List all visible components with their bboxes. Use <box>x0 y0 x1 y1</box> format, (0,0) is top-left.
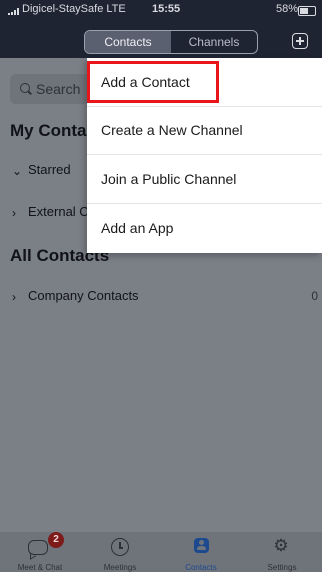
tab-channels[interactable]: Channels <box>171 31 257 53</box>
group-row-company-contacts[interactable]: › Company Contacts 0 <box>0 280 322 314</box>
add-dropdown-menu: Add a Contact Create a New Channel Join … <box>87 58 322 253</box>
gear-icon: ⚙ <box>273 536 289 555</box>
tab-settings[interactable]: ⚙ Settings <box>242 532 322 572</box>
menu-item-add-app[interactable]: Add an App <box>87 204 322 252</box>
unread-badge: 2 <box>48 532 64 548</box>
menu-item-create-channel[interactable]: Create a New Channel <box>87 106 322 155</box>
tab-label: Contacts <box>185 563 217 572</box>
chat-bubble-icon <box>28 540 48 555</box>
tab-contacts-bottom[interactable]: Contacts <box>161 532 241 572</box>
tab-label: Settings <box>267 563 297 572</box>
carrier-label: Digicel-StaySafe LTE <box>22 3 126 15</box>
signal-icon <box>8 8 20 15</box>
menu-item-label: Create a New Channel <box>101 122 243 138</box>
tab-label: Meetings <box>103 563 137 572</box>
menu-item-join-public-channel[interactable]: Join a Public Channel <box>87 155 322 204</box>
tab-meet-chat[interactable]: 2 Meet & Chat <box>0 532 80 572</box>
search-placeholder: Search <box>36 81 81 97</box>
chevron-down-icon: ⌄ <box>12 164 23 178</box>
add-plus-icon[interactable] <box>292 33 308 49</box>
battery-percentage: 58% <box>276 3 299 15</box>
chevron-right-icon: › <box>12 290 16 304</box>
top-bar: Digicel-StaySafe LTE 15:55 58% Contacts … <box>0 0 322 58</box>
tab-meetings[interactable]: Meetings <box>80 532 160 572</box>
status-bar: Digicel-StaySafe LTE 15:55 58% <box>0 0 322 20</box>
tab-label: Meet & Chat <box>17 563 63 572</box>
contact-card-icon <box>194 538 209 553</box>
menu-item-add-contact[interactable]: Add a Contact <box>87 58 322 107</box>
battery-icon <box>298 6 316 16</box>
menu-item-label: Add a Contact <box>101 74 190 90</box>
tab-contacts[interactable]: Contacts <box>85 31 171 53</box>
chevron-right-icon: › <box>12 206 16 220</box>
bottom-tab-bar: 2 Meet & Chat Meetings Contacts ⚙ Settin… <box>0 532 322 572</box>
menu-item-label: Add an App <box>101 220 174 236</box>
group-count: 0 <box>311 289 318 303</box>
search-icon <box>20 83 30 93</box>
clock-icon <box>111 538 129 556</box>
menu-item-label: Join a Public Channel <box>101 171 237 187</box>
contacts-channels-segmented-control: Contacts Channels <box>84 30 258 54</box>
zoom-contacts-screen: Digicel-StaySafe LTE 15:55 58% Contacts … <box>0 0 322 572</box>
group-label: Starred <box>28 162 71 177</box>
status-time: 15:55 <box>152 3 181 15</box>
group-label: Company Contacts <box>28 288 139 303</box>
